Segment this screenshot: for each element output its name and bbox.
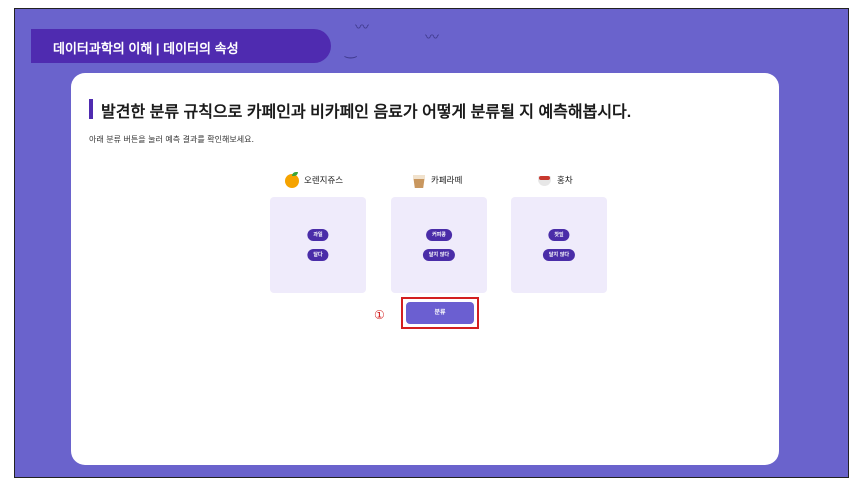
tag-pill: 과일 xyxy=(307,229,329,241)
step-marker: ① xyxy=(374,308,385,322)
drink-name: 카페라떼 xyxy=(431,176,463,186)
tag-pill: 달지 않다 xyxy=(542,249,576,261)
title-accent-bar xyxy=(89,99,93,119)
content-card: 발견한 분류 규칙으로 카페인과 비카페인 음료가 어떻게 분류될 지 예측해봅… xyxy=(71,73,779,465)
tag-pill: 달다 xyxy=(307,249,329,261)
drink-panel-black-tea: 찻잎 달지 않다 xyxy=(511,197,607,293)
drink-panel-orange-juice: 과일 달다 xyxy=(270,197,366,293)
bird-decoration: ‿ xyxy=(345,43,357,59)
tag-pill: 달지 않다 xyxy=(422,249,456,261)
header-title: 데이터과학의 이해 | 데이터의 속성 xyxy=(53,41,239,56)
page-title: 발견한 분류 규칙으로 카페인과 비카페인 음료가 어떻게 분류될 지 예측해봅… xyxy=(101,104,632,121)
highlight-box: 분류 xyxy=(401,297,479,329)
app-frame: 〰 〰 ‿ 데이터과학의 이해 | 데이터의 속성 발견한 분류 규칙으로 카페… xyxy=(14,8,849,478)
header-tab: 데이터과학의 이해 | 데이터의 속성 xyxy=(31,29,331,63)
drink-label-black-tea: 홍차 xyxy=(537,171,573,189)
bird-decoration: 〰 xyxy=(355,20,369,36)
drink-name: 오렌지쥬스 xyxy=(304,176,344,186)
drink-label-cafe-latte: 카페라떼 xyxy=(411,171,462,189)
instruction-text: 아래 분류 버튼을 눌러 예측 결과를 확인해보세요. xyxy=(89,135,254,144)
tag-pill: 커피콩 xyxy=(426,229,452,241)
tea-icon xyxy=(537,172,553,188)
classify-button[interactable]: 분류 xyxy=(406,302,474,324)
drink-panel-cafe-latte: 커피콩 달지 않다 xyxy=(391,197,487,293)
drink-name: 홍차 xyxy=(557,176,573,186)
latte-icon xyxy=(411,172,427,188)
tag-pill: 찻잎 xyxy=(548,229,570,241)
orange-icon xyxy=(284,172,300,188)
drink-label-orange-juice: 오렌지쥬스 xyxy=(284,171,343,189)
bird-decoration: 〰 xyxy=(425,30,439,46)
